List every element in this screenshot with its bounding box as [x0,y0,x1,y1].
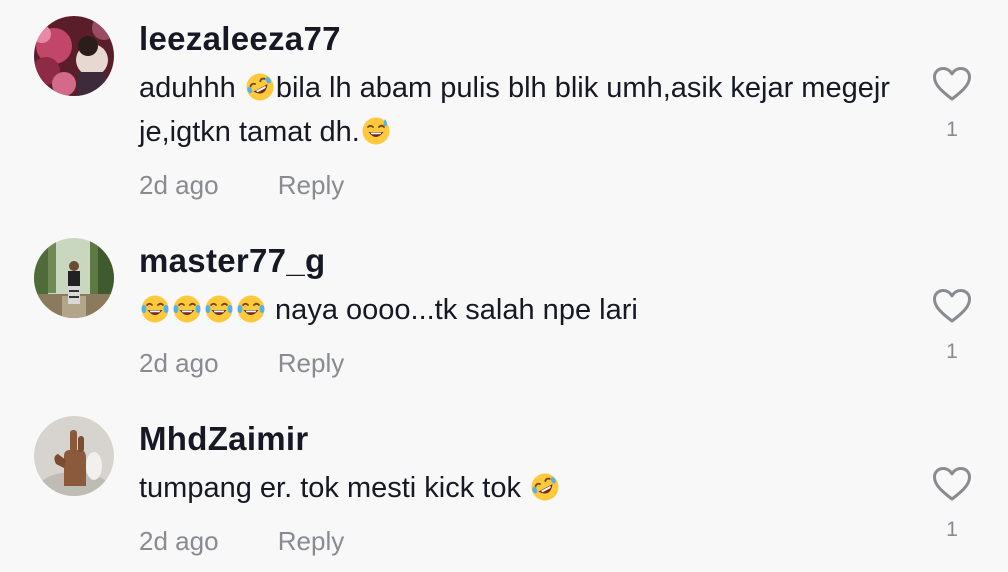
reply-button[interactable]: Reply [278,526,344,556]
comment-text-segment: aduhhh [139,72,244,104]
comment-item: master77_g naya oooo...tk salah npe lari… [0,210,1008,390]
comment-username[interactable]: leezaleeza77 [139,20,341,58]
face-with-tears-of-joy-emoji [236,294,266,324]
comment-timestamp: 2d ago [139,170,219,200]
grinning-face-with-sweat-emoji [361,116,391,146]
comment-text: naya oooo...tk salah npe lari [139,288,899,332]
rolling-on-floor-laughing-emoji [245,72,275,102]
face-with-tears-of-joy-emoji [172,294,202,324]
reply-button[interactable]: Reply [278,348,344,378]
heart-outline-icon [933,467,971,501]
comment-timestamp: 2d ago [139,526,219,556]
avatar[interactable] [34,238,114,318]
like-button[interactable] [932,288,972,324]
comment-text-segment: tumpang er. tok mesti kick tok [139,472,530,504]
comment-timestamp: 2d ago [139,348,219,378]
like-count: 1 [946,340,958,363]
avatar[interactable] [34,16,114,96]
heart-outline-icon [933,289,971,323]
reply-button[interactable]: Reply [278,170,344,200]
comment-meta: 2d ago Reply [139,170,344,201]
like-count: 1 [946,518,958,541]
avatar[interactable] [34,416,114,496]
like-button[interactable] [932,66,972,102]
face-with-tears-of-joy-emoji [140,294,170,324]
avatar-hand-image [34,416,114,496]
face-with-tears-of-joy-emoji [204,294,234,324]
avatar-person-image [34,238,114,318]
comment-text: tumpang er. tok mesti kick tok [139,466,899,510]
comment-item: leezaleeza77 aduhhh bila lh abam pulis b… [0,0,1008,210]
comment-username[interactable]: master77_g [139,242,325,280]
comment-list: leezaleeza77 aduhhh bila lh abam pulis b… [0,0,1008,572]
heart-outline-icon [933,67,971,101]
rolling-on-floor-laughing-emoji [530,472,560,502]
comment-meta: 2d ago Reply [139,526,344,557]
avatar-flower-image [34,16,114,96]
comment-meta: 2d ago Reply [139,348,344,379]
comment-text: aduhhh bila lh abam pulis blh blik umh,a… [139,66,899,154]
comment-text-segment: naya oooo...tk salah npe lari [267,294,638,326]
like-count: 1 [946,118,958,141]
comment-username[interactable]: MhdZaimir [139,420,309,458]
like-button[interactable] [932,466,972,502]
comment-item: MhdZaimir tumpang er. tok mesti kick tok… [0,390,1008,572]
